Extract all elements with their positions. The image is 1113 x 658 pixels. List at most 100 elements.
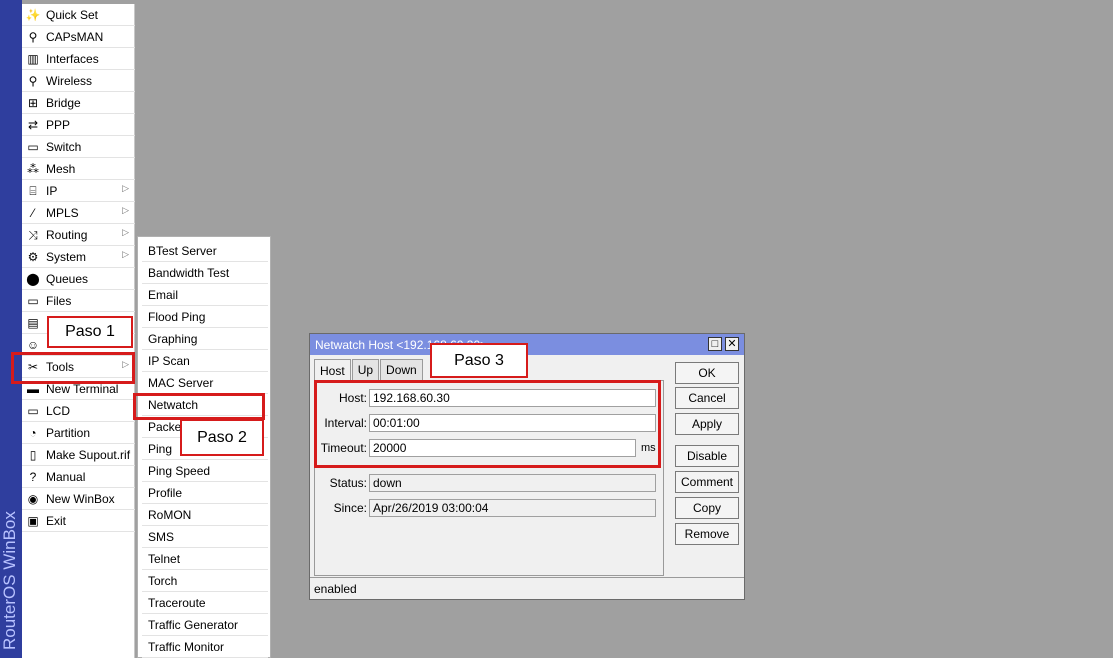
- submenu-item-traffic-monitor[interactable]: Traffic Monitor: [142, 636, 268, 658]
- menu-item-interfaces[interactable]: ▥ Interfaces: [22, 48, 135, 70]
- menu-item-label: Quick Set: [46, 7, 99, 22]
- folder-icon: ▭: [27, 293, 39, 308]
- copy-button[interactable]: Copy: [675, 497, 739, 519]
- highlight-tools: [11, 352, 135, 384]
- callout-step1: Paso 1: [47, 316, 133, 348]
- switch-icon: ▭: [27, 139, 39, 154]
- wand-icon: ✨: [25, 7, 41, 22]
- menu-item-label: New WinBox: [46, 491, 115, 506]
- menu-item-ppp[interactable]: ⇄ PPP: [22, 114, 135, 136]
- submenu-item-romon[interactable]: RoMON: [142, 504, 268, 526]
- remove-button[interactable]: Remove: [675, 523, 739, 545]
- tab-down[interactable]: Down: [380, 359, 423, 380]
- menu-item-system[interactable]: ⚙ System ▷: [22, 246, 135, 268]
- submenu-item-telnet[interactable]: Telnet: [142, 548, 268, 570]
- menu-item-label: Manual: [46, 469, 86, 484]
- wireless-icon: ⚲: [28, 73, 38, 88]
- status-label: Status:: [329, 476, 367, 490]
- menu-item-manual[interactable]: ? Manual: [22, 466, 135, 488]
- menu-item-label: System: [46, 249, 87, 264]
- menu-item-partition[interactable]: ◔ Partition: [22, 422, 135, 444]
- apply-button[interactable]: Apply: [675, 413, 739, 435]
- submenu-item-mac-server[interactable]: MAC Server: [142, 372, 268, 394]
- menu-item-mpls[interactable]: ⁄ MPLS ▷: [22, 202, 135, 224]
- menu-item-exit[interactable]: ▣ Exit: [22, 510, 135, 532]
- submenu-item-graphing[interactable]: Graphing: [142, 328, 268, 350]
- submenu-item-ping-speed[interactable]: Ping Speed: [142, 460, 268, 482]
- menu-item-label: CAPsMAN: [46, 29, 104, 44]
- tab-host[interactable]: Host: [314, 359, 351, 381]
- menu-item-label: Routing: [46, 227, 88, 242]
- partition-icon: ◔: [29, 425, 37, 440]
- menu-item-label: Interfaces: [46, 51, 99, 66]
- cancel-button[interactable]: Cancel: [675, 387, 739, 409]
- menu-item-label: Make Supout.rif: [46, 447, 131, 462]
- lcd-icon: ▭: [27, 403, 39, 418]
- maximize-icon[interactable]: □: [708, 337, 722, 351]
- menu-item-label: Exit: [46, 513, 67, 528]
- since-value: [369, 499, 656, 517]
- since-label: Since:: [333, 501, 367, 515]
- ip-icon: ⌸: [29, 183, 37, 198]
- mesh-icon: ⁂: [27, 161, 39, 176]
- submenu-item-profile[interactable]: Profile: [142, 482, 268, 504]
- disable-button[interactable]: Disable: [675, 445, 739, 467]
- queues-icon: ⬤: [26, 271, 40, 286]
- submenu-item-traffic-generator[interactable]: Traffic Generator: [142, 614, 268, 636]
- submenu-arrow-icon: ▷: [122, 227, 129, 237]
- menu-item-mesh[interactable]: ⁂ Mesh: [22, 158, 135, 180]
- close-icon[interactable]: ✕: [725, 337, 739, 351]
- menu-item-new-winbox[interactable]: ◉ New WinBox: [22, 488, 135, 510]
- gear-icon: ⚙: [27, 249, 39, 264]
- antenna-icon: ⚲: [28, 29, 38, 44]
- menu-item-queues[interactable]: ⬤ Queues: [22, 268, 135, 290]
- menu-item-label: LCD: [46, 403, 71, 418]
- submenu-arrow-icon: ▷: [122, 249, 129, 259]
- tab-up[interactable]: Up: [351, 359, 380, 380]
- submenu-item-ip-scan[interactable]: IP Scan: [142, 350, 268, 372]
- menu-item-make-supout-rif[interactable]: ▯ Make Supout.rif: [22, 444, 135, 466]
- menu-item-ip[interactable]: ⌸ IP ▷: [22, 180, 135, 202]
- menu-item-label: Bridge: [46, 95, 81, 110]
- submenu-item-bandwidth-test[interactable]: Bandwidth Test: [142, 262, 268, 284]
- menu-item-bridge[interactable]: ⊞ Bridge: [22, 92, 135, 114]
- menu-item-capsman[interactable]: ⚲ CAPsMAN: [22, 26, 135, 48]
- menu-item-quick-set[interactable]: ✨ Quick Set: [22, 4, 135, 26]
- menu-item-label: IP: [46, 183, 58, 198]
- globe-icon: ◉: [27, 491, 39, 506]
- file-icon: ▯: [29, 447, 37, 462]
- callout-step3: Paso 3: [430, 343, 528, 378]
- brand-text: RouterOS WinBox: [0, 511, 19, 650]
- submenu-arrow-icon: ▷: [122, 205, 129, 215]
- submenu-arrow-icon: ▷: [122, 183, 129, 193]
- users-icon: ☺: [26, 337, 40, 352]
- highlight-netwatch: [133, 393, 265, 420]
- window-tabs: Host Up Down: [314, 359, 424, 381]
- menu-item-routing[interactable]: ⤨ Routing ▷: [22, 224, 135, 246]
- submenu-item-sms[interactable]: SMS: [142, 526, 268, 548]
- menu-item-switch[interactable]: ▭ Switch: [22, 136, 135, 158]
- status-value: [369, 474, 656, 492]
- exit-icon: ▣: [27, 513, 39, 528]
- submenu-item-flood-ping[interactable]: Flood Ping: [142, 306, 268, 328]
- help-icon: ?: [29, 469, 37, 484]
- highlight-host-fields: [314, 380, 661, 468]
- menu-item-wireless[interactable]: ⚲ Wireless: [22, 70, 135, 92]
- ok-button[interactable]: OK: [675, 362, 739, 384]
- menu-item-label: Mesh: [46, 161, 76, 176]
- mpls-icon: ⁄: [31, 205, 34, 220]
- window-status-bar: enabled: [310, 577, 744, 599]
- submenu-item-traceroute[interactable]: Traceroute: [142, 592, 268, 614]
- ppp-icon: ⇄: [27, 117, 39, 132]
- comment-button[interactable]: Comment: [675, 471, 739, 493]
- submenu-item-btest-server[interactable]: BTest Server: [142, 240, 268, 262]
- submenu-item-email[interactable]: Email: [142, 284, 268, 306]
- brand-bar: RouterOS WinBox: [0, 0, 22, 658]
- status-bar-text: enabled: [314, 581, 357, 596]
- menu-item-lcd[interactable]: ▭ LCD: [22, 400, 135, 422]
- menu-item-files[interactable]: ▭ Files: [22, 290, 135, 312]
- interfaces-icon: ▥: [27, 51, 39, 66]
- menu-item-label: Partition: [46, 425, 91, 440]
- menu-item-label: Queues: [46, 271, 89, 286]
- submenu-item-torch[interactable]: Torch: [142, 570, 268, 592]
